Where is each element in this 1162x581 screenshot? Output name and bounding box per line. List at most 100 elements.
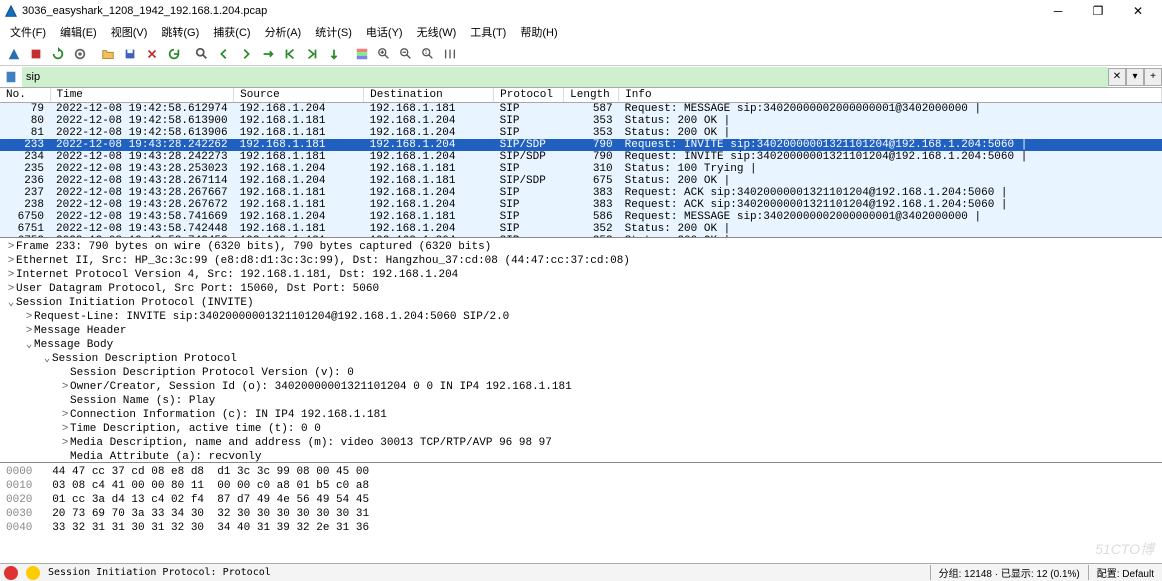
close-button[interactable]: ✕ [1118,0,1158,22]
tree-item[interactable]: >Connection Information (c): IN IP4 192.… [0,408,1162,422]
display-filter-input[interactable] [22,67,1108,87]
tree-toggle-icon[interactable]: > [6,282,16,296]
expert-error-icon[interactable] [4,566,18,580]
go-to-packet-icon[interactable] [258,44,278,64]
menu-item[interactable]: 视图(V) [105,22,154,42]
menu-item[interactable]: 无线(W) [411,22,463,42]
tree-label: Session Name (s): Play [70,395,215,407]
tree-item[interactable]: Media Attribute (a): recvonly [0,450,1162,463]
packet-row[interactable]: 67512022-12-08 19:43:58.742448192.168.1.… [0,223,1162,235]
packet-row[interactable]: 792022-12-08 19:42:58.612974192.168.1.20… [0,103,1162,116]
col-no[interactable]: No. [0,88,50,103]
open-file-icon[interactable] [98,44,118,64]
col-time[interactable]: Time [50,88,234,103]
go-last-icon[interactable] [302,44,322,64]
zoom-reset-icon[interactable]: 1 [418,44,438,64]
hex-row[interactable]: 0040 33 32 31 31 30 31 32 30 34 40 31 39… [6,521,1156,535]
zoom-in-icon[interactable] [374,44,394,64]
go-first-icon[interactable] [280,44,300,64]
menu-item[interactable]: 编辑(E) [54,22,103,42]
menu-item[interactable]: 分析(A) [259,22,308,42]
hex-row[interactable]: 0010 03 08 c4 41 00 00 80 11 00 00 c0 a8… [6,479,1156,493]
go-forward-icon[interactable] [236,44,256,64]
menu-item[interactable]: 跳转(G) [155,22,205,42]
hex-row[interactable]: 0030 20 73 69 70 3a 33 34 30 32 30 30 30… [6,507,1156,521]
save-file-icon[interactable] [120,44,140,64]
tree-toggle-icon[interactable]: > [6,240,16,254]
tree-toggle-icon[interactable]: ⌄ [42,352,52,366]
tree-item[interactable]: >Internet Protocol Version 4, Src: 192.1… [0,268,1162,282]
tree-item[interactable]: ⌄Session Initiation Protocol (INVITE) [0,296,1162,310]
tree-item[interactable]: ⌄Message Body [0,338,1162,352]
tree-toggle-icon[interactable]: > [24,324,34,338]
packet-list-header[interactable]: No. Time Source Destination Protocol Len… [0,88,1162,103]
packet-row[interactable]: 67502022-12-08 19:43:58.741669192.168.1.… [0,211,1162,223]
packet-row[interactable]: 2372022-12-08 19:43:28.267667192.168.1.1… [0,187,1162,199]
hex-row[interactable]: 0020 01 cc 3a d4 13 c4 02 f4 87 d7 49 4e… [6,493,1156,507]
tree-item[interactable]: >Owner/Creator, Session Id (o): 34020000… [0,380,1162,394]
tree-toggle-icon[interactable]: ⌄ [6,296,16,310]
tree-item[interactable]: >User Datagram Protocol, Src Port: 15060… [0,282,1162,296]
col-proto[interactable]: Protocol [494,88,564,103]
tree-item[interactable]: Session Description Protocol Version (v)… [0,366,1162,380]
tree-toggle-icon[interactable]: ⌄ [24,338,34,352]
tree-toggle-icon[interactable]: > [60,436,70,450]
hex-row[interactable]: 0000 44 47 cc 37 cd 08 e8 d8 d1 3c 3c 99… [6,465,1156,479]
packet-row[interactable]: 812022-12-08 19:42:58.613906192.168.1.18… [0,127,1162,139]
find-icon[interactable] [192,44,212,64]
tree-item[interactable]: >Ethernet II, Src: HP_3c:3c:99 (e8:d8:d1… [0,254,1162,268]
menu-item[interactable]: 帮助(H) [514,22,563,42]
packet-bytes-pane[interactable]: 0000 44 47 cc 37 cd 08 e8 d8 d1 3c 3c 99… [0,463,1162,543]
tree-item[interactable]: >Message Header [0,324,1162,338]
zoom-out-icon[interactable] [396,44,416,64]
col-info[interactable]: Info [619,88,1162,103]
tree-toggle-icon[interactable]: > [60,408,70,422]
expert-warn-icon[interactable] [26,566,40,580]
filter-apply-button[interactable]: + [1144,68,1162,86]
bookmark-filter-icon[interactable] [2,68,20,86]
menu-item[interactable]: 捕获(C) [207,22,256,42]
status-profile[interactable]: 配置: Default [1088,565,1162,580]
colorize-icon[interactable] [352,44,372,64]
tree-toggle-icon[interactable]: > [6,268,16,282]
go-back-icon[interactable] [214,44,234,64]
filter-clear-button[interactable]: ✕ [1108,68,1126,86]
tree-item[interactable]: ⌄Session Description Protocol [0,352,1162,366]
col-dst[interactable]: Destination [364,88,494,103]
col-len[interactable]: Length [564,88,619,103]
packet-details-pane[interactable]: >Frame 233: 790 bytes on wire (6320 bits… [0,238,1162,463]
tree-toggle-icon[interactable]: > [60,422,70,436]
tree-toggle-icon[interactable]: > [6,254,16,268]
tree-toggle-icon[interactable]: > [24,310,34,324]
tree-item[interactable]: Session Name (s): Play [0,394,1162,408]
stop-capture-icon[interactable] [26,44,46,64]
tree-item[interactable]: >Time Description, active time (t): 0 0 [0,422,1162,436]
menu-item[interactable]: 统计(S) [309,22,358,42]
packet-row[interactable]: 2352022-12-08 19:43:28.253023192.168.1.2… [0,163,1162,175]
reload-icon[interactable] [164,44,184,64]
packet-row[interactable]: 802022-12-08 19:42:58.613900192.168.1.18… [0,115,1162,127]
tree-item[interactable]: >Media Description, name and address (m)… [0,436,1162,450]
capture-options-icon[interactable] [70,44,90,64]
close-file-icon[interactable] [142,44,162,64]
maximize-button[interactable]: ❐ [1078,0,1118,22]
minimize-button[interactable]: ─ [1038,0,1078,22]
start-capture-icon[interactable] [4,44,24,64]
auto-scroll-icon[interactable] [324,44,344,64]
packet-row[interactable]: 2342022-12-08 19:43:28.242273192.168.1.1… [0,151,1162,163]
packet-list-pane[interactable]: No. Time Source Destination Protocol Len… [0,88,1162,238]
packet-row[interactable]: 2362022-12-08 19:43:28.267114192.168.1.2… [0,175,1162,187]
tree-item[interactable]: >Frame 233: 790 bytes on wire (6320 bits… [0,240,1162,254]
tree-toggle-icon[interactable]: > [60,380,70,394]
menu-item[interactable]: 文件(F) [4,22,52,42]
filter-dropdown-button[interactable]: ▾ [1126,68,1144,86]
menu-item[interactable]: 工具(T) [464,22,512,42]
packet-row[interactable]: 2332022-12-08 19:43:28.242262192.168.1.1… [0,139,1162,151]
menu-item[interactable]: 电话(Y) [360,22,409,42]
restart-capture-icon[interactable] [48,44,68,64]
tree-item[interactable]: >Request-Line: INVITE sip:34020000001321… [0,310,1162,324]
resize-columns-icon[interactable] [440,44,460,64]
tree-label: Message Body [34,339,113,351]
packet-row[interactable]: 2382022-12-08 19:43:28.267672192.168.1.1… [0,199,1162,211]
col-src[interactable]: Source [234,88,364,103]
